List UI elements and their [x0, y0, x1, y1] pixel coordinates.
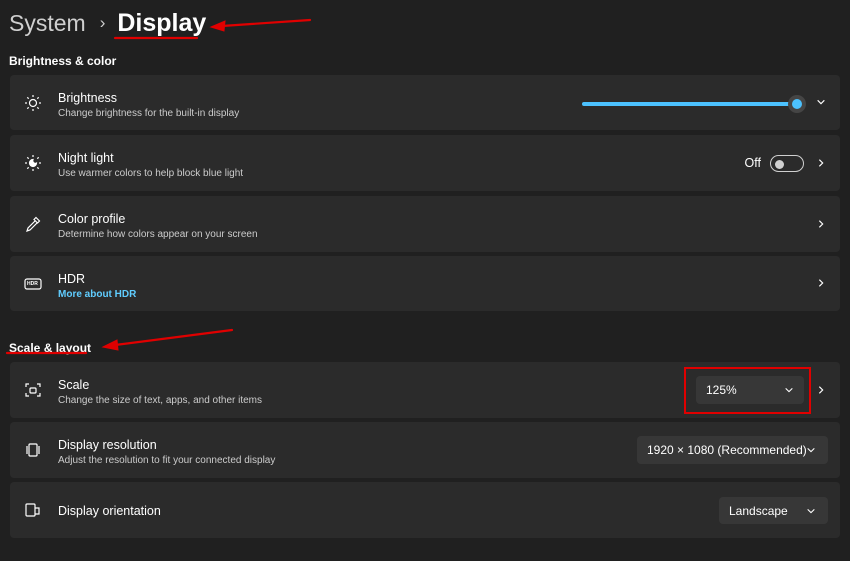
brightness-subtitle: Change brightness for the built-in displ…: [58, 108, 240, 119]
resolution-icon: [24, 441, 42, 459]
night-light-icon: [24, 154, 42, 172]
section-title-brightness-color: Brightness & color: [9, 54, 117, 68]
night-light-state: Off: [744, 156, 761, 170]
display-orientation-dropdown[interactable]: Landscape: [719, 497, 828, 524]
eyedropper-icon: [24, 215, 42, 233]
brightness-title: Brightness: [58, 91, 118, 105]
orientation-icon: [24, 501, 42, 519]
hdr-icon: HDR: [24, 275, 42, 293]
page-title: Display: [117, 8, 207, 37]
scale-subtitle: Change the size of text, apps, and other…: [58, 395, 263, 406]
chevron-right-icon[interactable]: [816, 217, 826, 231]
display-resolution-value: 1920 × 1080 (Recommended): [647, 443, 807, 457]
chevron-right-icon[interactable]: [816, 383, 826, 397]
chevron-right-icon[interactable]: [816, 276, 826, 290]
chevron-right-icon[interactable]: [816, 156, 826, 170]
breadcrumb-system[interactable]: System: [9, 10, 86, 37]
breadcrumb: System › Display: [9, 6, 206, 40]
hdr-card[interactable]: HDR HDR More about HDR: [10, 256, 840, 311]
scale-icon: [24, 381, 42, 399]
breadcrumb-separator: ›: [99, 13, 106, 32]
brightness-slider-track[interactable]: [582, 102, 796, 106]
display-orientation-value: Landscape: [729, 503, 788, 518]
display-orientation-card[interactable]: Display orientation Landscape: [10, 482, 840, 538]
display-orientation-title: Display orientation: [58, 504, 161, 518]
chevron-down-icon[interactable]: [816, 95, 826, 109]
annotation-arrow-display: [220, 18, 312, 28]
display-resolution-subtitle: Adjust the resolution to fit your connec…: [58, 455, 276, 466]
scale-title: Scale: [58, 378, 90, 392]
color-profile-title: Color profile: [58, 212, 126, 226]
hdr-icon-text: HDR: [27, 281, 38, 287]
brightness-card[interactable]: Brightness Change brightness for the bui…: [10, 75, 840, 130]
more-about-hdr-link[interactable]: More about HDR: [58, 288, 136, 301]
color-profile-card[interactable]: Color profile Determine how colors appea…: [10, 196, 840, 252]
annotation-arrowhead-display: [209, 20, 226, 32]
annotation-arrow-scale-layout: [113, 328, 234, 347]
display-resolution-dropdown[interactable]: 1920 × 1080 (Recommended): [637, 436, 828, 464]
annotation-arrowhead-scale-layout: [101, 339, 119, 351]
color-profile-subtitle: Determine how colors appear on your scre…: [58, 229, 258, 240]
display-resolution-title: Display resolution: [58, 438, 157, 452]
section-title-scale-layout: Scale & layout: [9, 341, 92, 355]
chevron-down-icon: [807, 447, 815, 453]
sun-icon: [24, 94, 42, 112]
night-light-toggle[interactable]: [770, 155, 804, 172]
chevron-down-icon: [807, 508, 815, 514]
brightness-slider-thumb[interactable]: [788, 95, 806, 113]
night-light-card[interactable]: Night light Use warmer colors to help bl…: [10, 135, 840, 191]
display-resolution-card[interactable]: Display resolution Adjust the resolution…: [10, 422, 840, 478]
annotation-highlight-box: [684, 367, 811, 414]
night-light-title: Night light: [58, 151, 114, 165]
hdr-title: HDR: [58, 272, 86, 286]
night-light-subtitle: Use warmer colors to help block blue lig…: [58, 168, 244, 179]
